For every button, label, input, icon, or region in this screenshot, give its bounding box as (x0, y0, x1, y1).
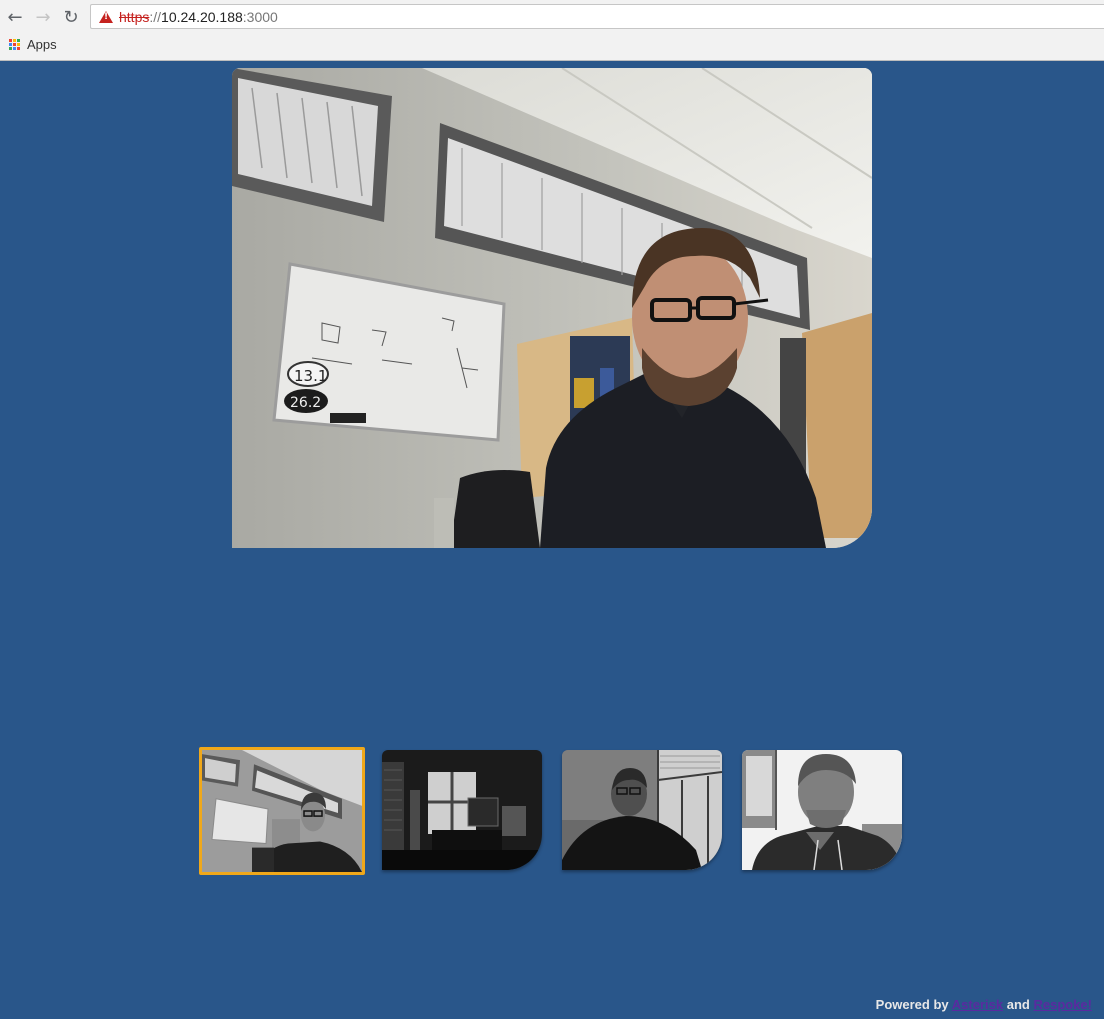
participant-thumbnail-1[interactable] (199, 747, 365, 875)
powered-by-footer: Powered by Asterisk and Respoke! (876, 997, 1092, 1012)
url-host: 10.24.20.188 (161, 9, 243, 25)
main-video-image: 13.1 26.2 (232, 68, 872, 548)
reload-icon[interactable]: ↻ (60, 6, 82, 28)
url-scheme: https (119, 9, 150, 25)
apps-label: Apps (27, 37, 57, 52)
participant-4-video (742, 750, 902, 870)
respoke-link[interactable]: Respoke! (1033, 997, 1092, 1012)
participant-thumbnail-4[interactable] (742, 750, 902, 870)
participant-3-video (562, 750, 722, 870)
insecure-warning-icon[interactable] (99, 11, 113, 23)
url-separator: :// (149, 9, 162, 25)
footer-conjunction: and (1006, 997, 1030, 1012)
main-video: 13.1 26.2 (232, 68, 872, 548)
svg-text:26.2: 26.2 (290, 395, 321, 411)
back-arrow-icon[interactable]: ← (4, 6, 26, 28)
url-text[interactable]: https://10.24.20.188:3000 (119, 9, 278, 25)
url-port: :3000 (242, 9, 278, 25)
browser-chrome: ← → ↻ https://10.24.20.188:3000 Apps (0, 0, 1104, 61)
participant-thumbnail-3[interactable] (562, 750, 722, 870)
apps-grid-icon (9, 38, 21, 51)
bookmarks-bar: Apps (0, 34, 1104, 56)
asterisk-link[interactable]: Asterisk (952, 997, 1003, 1012)
address-bar[interactable]: https://10.24.20.188:3000 (90, 4, 1104, 29)
participant-1-video (202, 750, 362, 872)
svg-text:13.1: 13.1 (294, 367, 327, 385)
participant-2-video (382, 750, 542, 870)
participant-thumbnail-2[interactable] (382, 750, 542, 870)
forward-arrow-icon[interactable]: → (32, 6, 54, 28)
footer-prefix: Powered by (875, 997, 949, 1012)
apps-bookmark[interactable]: Apps (9, 37, 57, 52)
